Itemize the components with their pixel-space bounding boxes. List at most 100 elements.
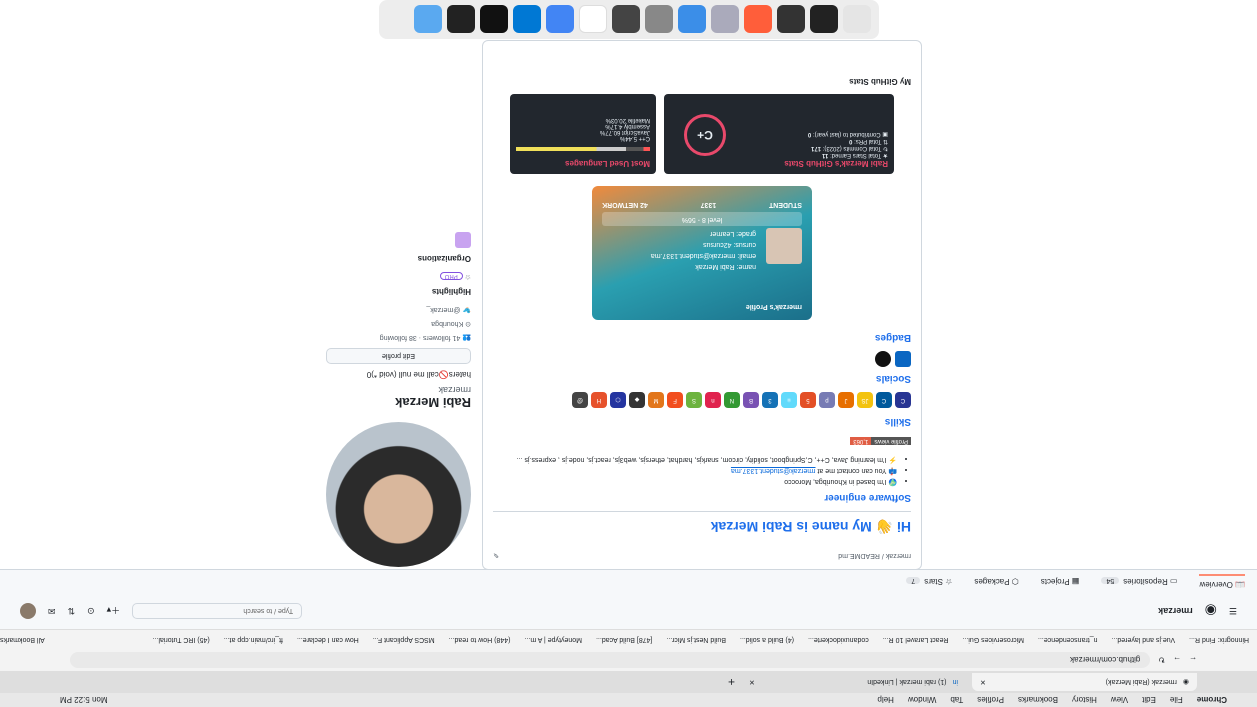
bookmark-item[interactable]: Build Nest.js Micr... [666, 636, 726, 643]
finder-icon[interactable] [414, 5, 442, 34]
pull-requests-icon[interactable]: ⇅ [68, 606, 76, 617]
cpp-icon[interactable]: C [876, 392, 892, 408]
bookmark-item[interactable]: codanuxidockerte... [808, 636, 869, 643]
linkedin-icon[interactable] [895, 351, 911, 367]
bookmark-item[interactable]: React Laravel 10 R... [883, 636, 949, 643]
bootstrap-icon[interactable]: B [743, 392, 759, 408]
tab-github[interactable]: ◉ rmerzak (Rabi Merzak) ✕ [972, 673, 1197, 691]
bookmark-item[interactable]: [478] Build Acad... [596, 636, 652, 643]
issues-icon[interactable]: ⊙ [87, 606, 95, 617]
org-avatar[interactable] [455, 232, 471, 248]
menu-bookmarks[interactable]: Bookmarks [1018, 696, 1058, 705]
pro-badge: PRO [439, 272, 463, 280]
iterm-icon[interactable] [480, 5, 508, 34]
bookmark-item[interactable]: (45) IRC Tutorial... [153, 636, 210, 643]
swirl-icon[interactable]: @ [572, 392, 588, 408]
profile-nav: 📖 Overview ▭ Repositories54 ▦ Projects ⬡… [0, 569, 1257, 593]
css-icon[interactable]: 3 [762, 392, 778, 408]
address-bar[interactable]: github.com/rmerzak [70, 652, 1151, 668]
figma-icon[interactable]: F [667, 392, 683, 408]
tab-stars[interactable]: ☆ Stars7 [906, 577, 952, 586]
screen-icon[interactable] [777, 5, 805, 34]
pencil-icon[interactable]: ✎ [493, 551, 499, 559]
header-username[interactable]: rmerzak [1158, 606, 1193, 616]
menu-view[interactable]: View [1111, 696, 1128, 705]
menu-tab[interactable]: Tab [950, 696, 963, 705]
plus-icon[interactable]: ＋▾ [107, 605, 121, 618]
hardhat-icon[interactable]: H [591, 392, 607, 408]
bookmark-item[interactable]: Vue.js and layered... [1112, 636, 1176, 643]
react-icon[interactable]: ⚛ [781, 392, 797, 408]
slack-icon[interactable] [579, 5, 607, 34]
twitter-link[interactable]: 🐦 @merzak_ [326, 306, 471, 314]
tab-packages[interactable]: ⬡ Packages [974, 577, 1018, 586]
close-icon[interactable]: ✕ [749, 678, 755, 686]
readme-path[interactable]: rmerzak / README.md [838, 551, 911, 559]
c-icon[interactable]: C [895, 392, 911, 408]
toolbar: ← → ↻ github.com/rmerzak [0, 649, 1257, 671]
java-icon[interactable]: J [838, 392, 854, 408]
preview-icon[interactable] [711, 5, 739, 34]
avatar[interactable] [20, 603, 36, 619]
edit-profile-button[interactable]: Edit profile [326, 348, 471, 364]
html-icon[interactable]: 5 [800, 392, 816, 408]
solidity-icon[interactable]: ⬡ [610, 392, 626, 408]
settings-icon[interactable] [645, 5, 673, 34]
bookmark-item[interactable]: Hinnogrix: Find R... [1189, 636, 1249, 643]
vscode-icon[interactable] [513, 5, 541, 34]
app-icon[interactable] [612, 5, 640, 34]
docker-icon[interactable] [678, 5, 706, 34]
chrome-icon[interactable] [546, 5, 574, 34]
bookmark-item[interactable]: Moneytype | A m... [525, 636, 582, 643]
new-tab-button[interactable]: + [728, 675, 735, 689]
menu-file[interactable]: File [1170, 696, 1183, 705]
back-icon[interactable]: ← [1189, 656, 1197, 665]
hamburger-icon[interactable]: ☰ [1229, 606, 1237, 617]
screen-icon[interactable] [810, 5, 838, 34]
tab-repositories[interactable]: ▭ Repositories54 [1101, 577, 1177, 586]
bookmark-item[interactable]: ft_irc/main.cpp at... [224, 636, 283, 643]
spring-icon[interactable]: S [686, 392, 702, 408]
trash-icon[interactable] [843, 5, 871, 34]
search-input[interactable]: Type / to search [132, 603, 303, 619]
menu-history[interactable]: History [1072, 696, 1097, 705]
email-link[interactable]: rmerzak@student.1337.ma [731, 467, 816, 474]
menu-profiles[interactable]: Profiles [977, 696, 1004, 705]
bookmark-item[interactable]: Microservices Gui... [963, 636, 1024, 643]
node-icon[interactable]: N [724, 392, 740, 408]
close-icon[interactable]: ✕ [980, 678, 986, 686]
bookmark-item[interactable]: How can I declare... [297, 636, 359, 643]
menu-chrome[interactable]: Chrome [1197, 696, 1227, 705]
php-icon[interactable]: p [819, 392, 835, 408]
menu-help[interactable]: Help [877, 696, 893, 705]
profile-avatar[interactable] [326, 422, 471, 567]
js-icon[interactable]: JS [857, 392, 873, 408]
menu-window[interactable]: Window [908, 696, 936, 705]
github-icon[interactable] [875, 351, 891, 367]
github-logo-icon[interactable]: ◉ [1205, 603, 1217, 620]
forward-icon[interactable]: → [1173, 656, 1181, 665]
tab-overview[interactable]: 📖 Overview [1199, 574, 1245, 589]
ethereum-icon[interactable]: ◆ [629, 392, 645, 408]
tab-projects[interactable]: ▦ Projects [1041, 577, 1080, 586]
views-count: 1,063 [850, 437, 872, 445]
metamask-icon[interactable]: M [648, 392, 664, 408]
stats-title: Rabi Merzak's GitHub Stats [784, 159, 888, 168]
followers-count[interactable]: 👥 41 followers · 38 following [326, 334, 471, 342]
all-bookmarks[interactable]: All Bookmarks [0, 636, 45, 643]
clock[interactable]: Mon 5:22 PM [60, 696, 108, 705]
bookmark-item[interactable]: n_transcendence... [1038, 636, 1098, 643]
card-photo [766, 228, 802, 264]
terminal-icon[interactable] [447, 5, 475, 34]
tab-linkedin[interactable]: in (1) rabi merzak | LinkedIn ✕ [741, 673, 966, 691]
bookmark-item[interactable]: (448) How to read... [449, 636, 511, 643]
fortytwo-card[interactable]: name: Rabi Merzak email: rmerzak@student… [592, 186, 812, 320]
bookmark-item[interactable]: (4) Build a solid... [740, 636, 794, 643]
reload-icon[interactable]: ↻ [1158, 656, 1165, 665]
bookmark-item[interactable]: MSCS Applicant F... [373, 636, 435, 643]
rotated-screen: Chrome File Edit View History Bookmarks … [0, 0, 1257, 707]
inbox-icon[interactable]: ✉ [48, 606, 56, 617]
nest-icon[interactable]: n [705, 392, 721, 408]
menu-edit[interactable]: Edit [1142, 696, 1156, 705]
firefox-icon[interactable] [744, 5, 772, 34]
